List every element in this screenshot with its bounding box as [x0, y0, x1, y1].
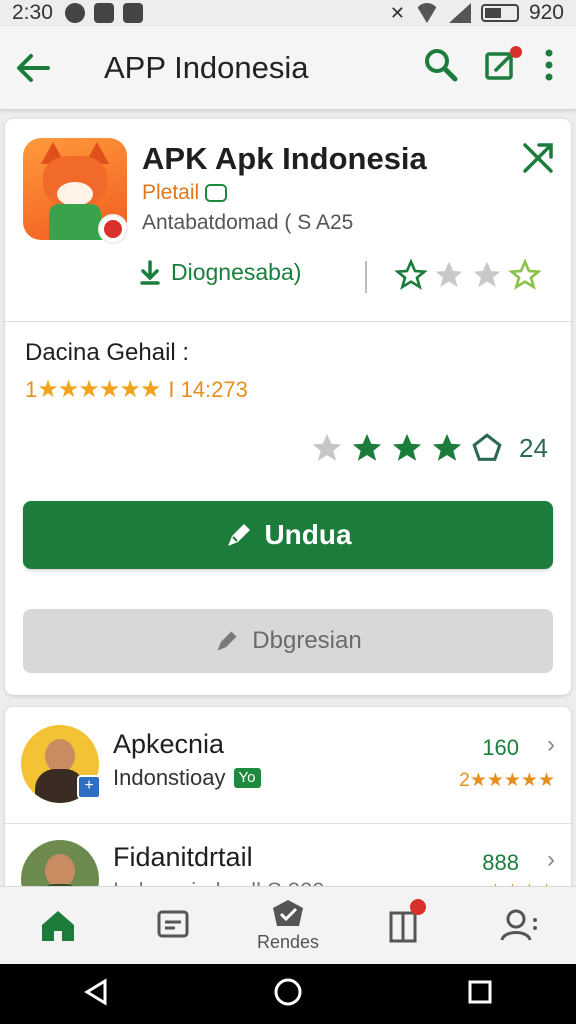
chevron-right-icon: ›: [547, 846, 555, 873]
chevron-right-icon: ›: [547, 731, 555, 758]
rating-summary: 1 ★★★★★★ I 14:273: [25, 375, 248, 404]
vibrate-icon: ✕: [389, 2, 405, 23]
triangle-back-icon: [83, 977, 107, 1006]
pencil-icon: [217, 631, 237, 651]
install-button[interactable]: Undua: [23, 501, 553, 569]
related-list: + Apkecnia Indonstioay Yo 160 › 2★★★★★ F…: [5, 707, 571, 887]
compose-badge: [510, 46, 522, 58]
list-item-title: Apkecnia: [113, 729, 225, 759]
system-home-button[interactable]: [272, 976, 304, 1013]
more-vertical-icon: [545, 49, 553, 81]
star-grey-icon: [312, 433, 342, 461]
star-filled-icon: [352, 433, 382, 461]
star-outline-icon: [394, 259, 428, 290]
rating-prefix: 1: [25, 376, 38, 402]
search-icon: [425, 49, 458, 82]
gallery-icon: [122, 3, 143, 23]
status-bar: 2:30 ✕ 920: [0, 0, 576, 26]
app-developer[interactable]: Pletail: [142, 181, 228, 205]
rating-stars: ★★★★★★: [37, 376, 161, 403]
app-icon-badge: [98, 214, 128, 244]
star-grey-icon: [435, 261, 463, 287]
more-button[interactable]: [544, 48, 554, 87]
star-filled-icon: [392, 433, 422, 461]
secondary-button[interactable]: Dbgresian: [23, 609, 553, 673]
system-nav: [0, 964, 576, 1024]
back-button[interactable]: [16, 48, 66, 88]
status-time: 2:30: [12, 1, 53, 24]
message-icon: [93, 3, 114, 23]
home-icon: [41, 910, 74, 941]
section-title: Dacina Gehail :: [25, 339, 190, 366]
pentagon-outline-icon: [472, 433, 502, 461]
avatar-badge-icon: +: [77, 775, 101, 799]
edit-icon: [228, 524, 251, 546]
list-item-subtitle: Indonstioay Yo: [113, 765, 261, 791]
wifi-icon: [414, 3, 439, 23]
star-grey-icon: [473, 261, 501, 287]
list-item-number: 888: [482, 850, 519, 875]
page-title: APP Indonesia: [104, 49, 309, 85]
nav-profile[interactable]: [461, 887, 576, 964]
list-item[interactable]: + Apkecnia Indonstioay Yo 160 › 2★★★★★: [5, 707, 571, 823]
download-icon: [140, 259, 160, 285]
fox-body: [49, 204, 101, 240]
app-detail-card: APK Apk Indonesia Pletail Antabatdomad (…: [5, 119, 571, 695]
share-button[interactable]: [521, 141, 555, 180]
screen: 2:30 ✕ 920 APP Indonesia APK Apk Indones…: [0, 0, 576, 1024]
app-bar: APP Indonesia: [0, 26, 576, 110]
notification-icon: [64, 3, 85, 23]
profile-icon: [500, 909, 538, 941]
list-item-tag: Yo: [233, 768, 261, 788]
star-filled-icon: [432, 433, 462, 461]
developer-label: Pletail: [142, 181, 200, 204]
verified-badge-icon: [205, 184, 228, 202]
circle-home-icon: [274, 978, 302, 1005]
list-item-title: Fidanitdrtail: [113, 842, 253, 872]
rating-count: 24: [519, 432, 548, 463]
list-item-rating: 2★★★★★: [459, 770, 555, 791]
install-label: Undua: [264, 519, 352, 550]
divider: [5, 321, 571, 322]
notification-badge: [409, 899, 426, 915]
nav-library[interactable]: [346, 887, 461, 964]
bottom-nav: Rendes: [0, 886, 576, 964]
battery-icon: [480, 4, 519, 22]
nav-rendes[interactable]: Rendes: [230, 887, 345, 964]
signal-icon: [448, 3, 471, 23]
search-button[interactable]: [424, 48, 458, 87]
square-recents-icon: [468, 980, 492, 1003]
list-item[interactable]: Fidanitdrtail Indonesindesdl S 329 888 ›…: [5, 824, 571, 887]
secondary-label: Dbgresian: [252, 627, 362, 654]
nav-label: Rendes: [256, 932, 320, 952]
compose-button[interactable]: [484, 46, 522, 87]
rating-stars-large[interactable]: 24: [309, 431, 548, 465]
chat-icon: [157, 910, 189, 937]
system-recents-button[interactable]: [465, 977, 495, 1012]
rating-stars-top[interactable]: [394, 259, 542, 291]
download-row[interactable]: Diognesaba): [139, 259, 301, 286]
system-back-button[interactable]: [81, 977, 111, 1012]
rating-value: I 14:273: [168, 376, 248, 402]
battery-value: 920: [528, 1, 564, 24]
app-title: APK Apk Indonesia: [142, 141, 427, 176]
share-icon: [523, 143, 553, 173]
avatar: [21, 840, 99, 887]
list-item-subtitle-text: Indonstioay: [113, 765, 226, 790]
badge-check-icon: [273, 900, 303, 926]
divider: [365, 261, 367, 293]
list-item-number: 160: [482, 735, 519, 760]
app-meta: Antabatdomad ( S A25: [142, 211, 354, 234]
fox-muzzle: [57, 182, 93, 206]
back-arrow-icon: [17, 53, 50, 82]
nav-home[interactable]: [0, 887, 115, 964]
nav-messages[interactable]: [115, 887, 230, 964]
star-outline-icon: [508, 259, 542, 290]
download-label: Diognesaba): [171, 259, 302, 285]
